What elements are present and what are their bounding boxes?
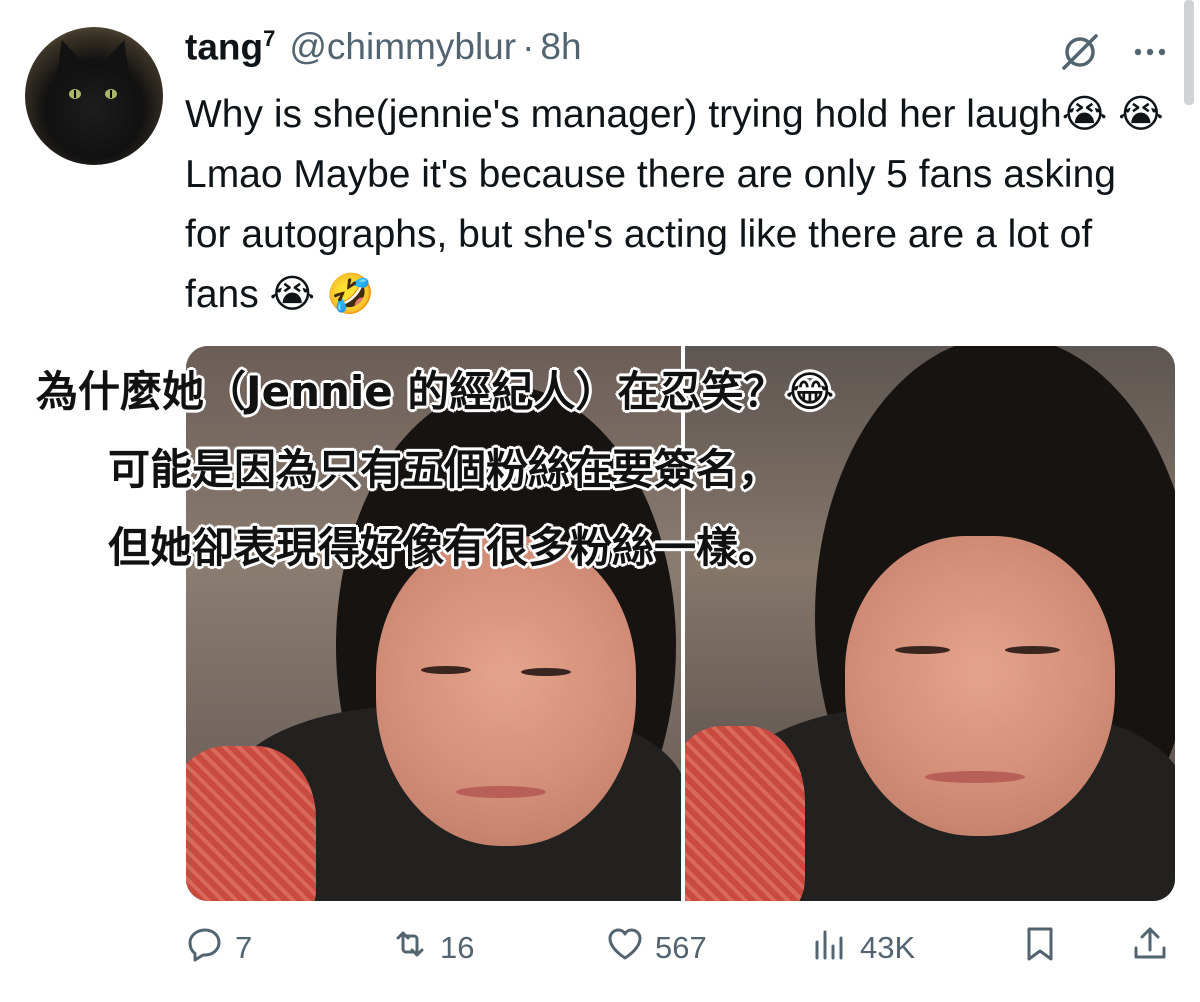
views-icon (810, 924, 850, 972)
face-shape (845, 536, 1115, 836)
separator-dot: · (522, 26, 535, 68)
avatar[interactable] (25, 27, 163, 165)
action-bar: 7 16 567 43K (185, 915, 1175, 985)
tweet-text: Why is she(jennie's manager) trying hold… (185, 93, 1164, 316)
eye-shape (421, 666, 471, 674)
seat-shape (186, 746, 316, 901)
views-button[interactable]: 43K (810, 915, 915, 981)
eye-shape (521, 668, 571, 676)
share-icon (1130, 924, 1170, 972)
user-handle[interactable]: @chimmyblur (289, 26, 516, 68)
bookmark-icon (1020, 924, 1060, 972)
tweet-header: tang7 @chimmyblur · 8h (185, 26, 582, 78)
eye-shape (895, 646, 950, 654)
tweet-media[interactable] (186, 346, 1175, 901)
seat-shape (685, 726, 805, 901)
reply-button[interactable]: 7 (185, 915, 252, 981)
repost-count: 16 (440, 930, 475, 965)
repost-icon (390, 924, 430, 972)
cat-eye-right (105, 89, 117, 99)
timestamp[interactable]: 8h (540, 26, 581, 68)
eye-shape (1005, 646, 1060, 654)
views-count: 43K (860, 930, 916, 965)
grok-icon[interactable] (1058, 30, 1102, 74)
cat-eye-left (69, 89, 81, 99)
display-name-text[interactable]: tang (185, 26, 263, 67)
media-caption-line-2: 可能是因為只有五個粉絲在要簽名， (108, 445, 781, 494)
repost-button[interactable]: 16 (390, 915, 474, 981)
reply-count: 7 (235, 930, 253, 965)
cat-ear-right (98, 34, 140, 78)
display-name-superscript: 7 (263, 26, 276, 51)
scrollbar[interactable] (1184, 0, 1194, 105)
display-name[interactable]: tang7 (185, 26, 275, 68)
like-icon (605, 924, 645, 972)
media-image-right[interactable] (685, 346, 1175, 901)
cat-ear-left (46, 34, 88, 78)
media-caption-line-3: 但她卻表現得好像有很多粉絲一樣。 (108, 523, 781, 572)
media-image-left[interactable] (186, 346, 681, 901)
like-button[interactable]: 567 (605, 915, 707, 981)
reply-icon (185, 924, 225, 972)
more-icon[interactable] (1128, 30, 1172, 74)
bookmark-button[interactable] (1020, 915, 1060, 981)
share-button[interactable] (1130, 915, 1170, 981)
face-shape (376, 536, 636, 846)
mouth-shape (925, 771, 1025, 783)
mouth-shape (456, 786, 546, 798)
media-caption-line-1: 為什麼她（Jennie 的經紀人）在忍笑？😂 (36, 367, 835, 416)
like-count: 567 (655, 930, 707, 965)
